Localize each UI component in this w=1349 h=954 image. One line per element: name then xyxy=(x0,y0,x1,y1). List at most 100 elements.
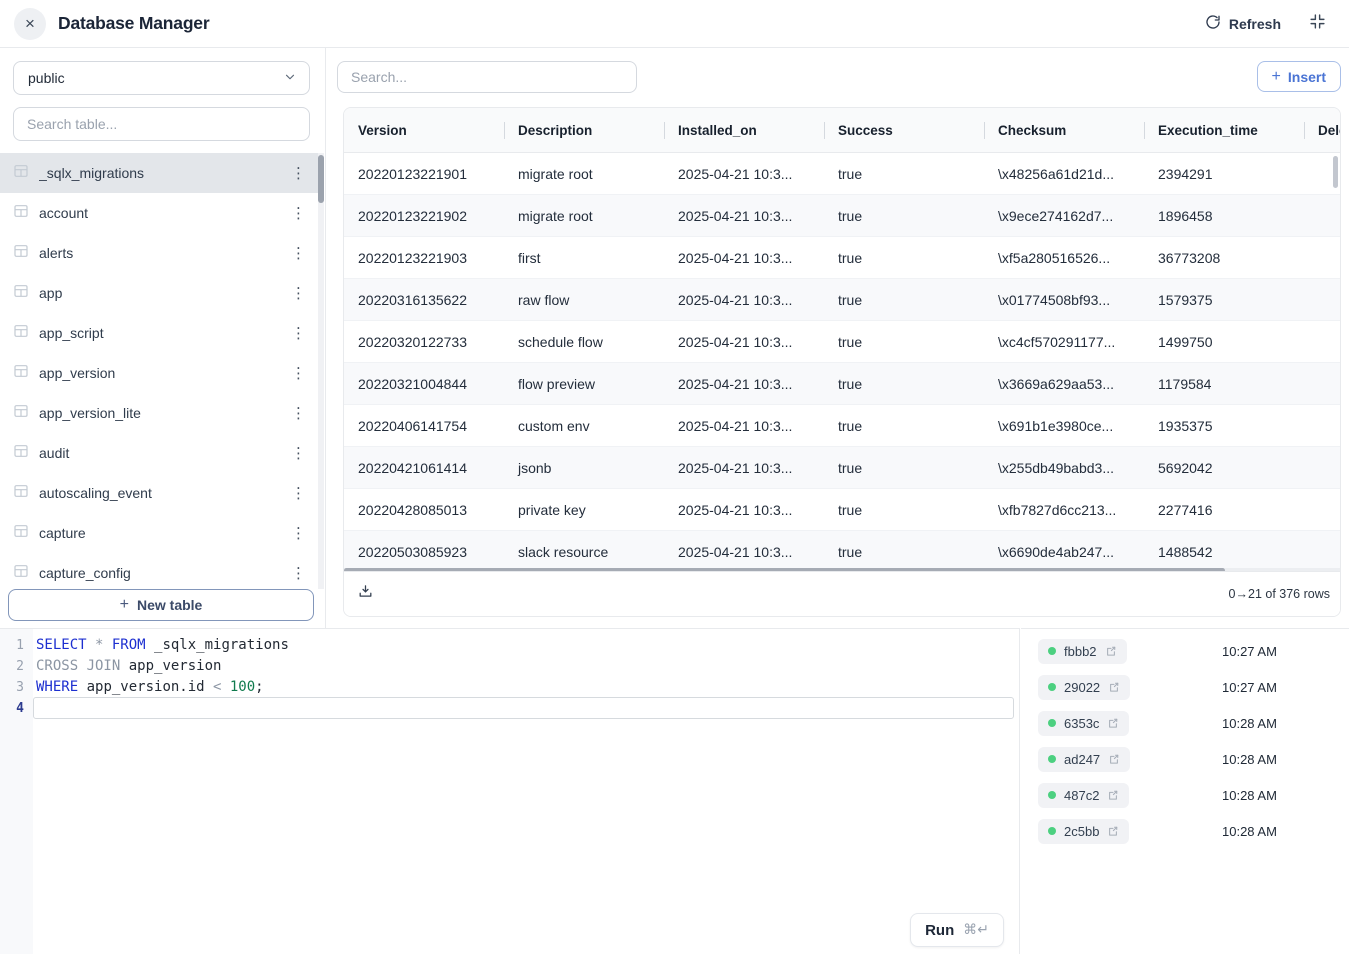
query-id-pill[interactable]: 29022 xyxy=(1038,675,1130,700)
cell-value[interactable]: migrate root xyxy=(504,153,664,194)
table-row[interactable]: 20220316135622raw flow2025-04-21 10:3...… xyxy=(344,279,1340,321)
table-row[interactable]: 20220321004844flow preview2025-04-21 10:… xyxy=(344,363,1340,405)
table-row[interactable]: 20220406141754custom env2025-04-21 10:3.… xyxy=(344,405,1340,447)
sidebar-item-app[interactable]: app⋮ xyxy=(0,273,318,313)
cell-value[interactable]: 2025-04-21 10:3... xyxy=(664,237,824,278)
cell-value[interactable]: \x691b1e3980ce... xyxy=(984,405,1144,446)
sidebar-item-capture[interactable]: capture⋮ xyxy=(0,513,318,553)
cell-value[interactable]: true xyxy=(824,195,984,236)
close-button[interactable]: × xyxy=(14,8,46,40)
query-id-pill[interactable]: 2c5bb xyxy=(1038,819,1129,844)
cell-value[interactable]: \x6690de4ab247... xyxy=(984,531,1144,572)
sidebar-item-alerts[interactable]: alerts⋮ xyxy=(0,233,318,273)
cell-value[interactable]: slack resource xyxy=(504,531,664,572)
column-header-Checksum[interactable]: Checksum xyxy=(984,108,1144,152)
cell-value[interactable]: schedule flow xyxy=(504,321,664,362)
cell-value[interactable]: flow preview xyxy=(504,363,664,404)
kebab-menu-icon[interactable]: ⋮ xyxy=(283,162,314,184)
external-link-icon[interactable] xyxy=(1107,789,1119,801)
cell-value[interactable]: migrate root xyxy=(504,195,664,236)
kebab-menu-icon[interactable]: ⋮ xyxy=(283,442,314,464)
table-row[interactable]: 20220421061414jsonb2025-04-21 10:3...tru… xyxy=(344,447,1340,489)
cell-value[interactable]: true xyxy=(824,237,984,278)
code-line[interactable]: SELECT * FROM _sqlx_migrations xyxy=(36,635,289,656)
sidebar-item-_sqlx_migrations[interactable]: _sqlx_migrations⋮ xyxy=(0,153,318,193)
cell-value[interactable]: 20220123221903 xyxy=(344,237,504,278)
cell-value[interactable]: true xyxy=(824,153,984,194)
cell-value[interactable]: 20220428085013 xyxy=(344,489,504,530)
kebab-menu-icon[interactable]: ⋮ xyxy=(283,282,314,304)
cell-value[interactable]: \xf5a280516526... xyxy=(984,237,1144,278)
cell-value[interactable]: 1935375 xyxy=(1144,405,1304,446)
table-row[interactable]: 20220320122733schedule flow2025-04-21 10… xyxy=(344,321,1340,363)
cell-value[interactable]: private key xyxy=(504,489,664,530)
table-search-input[interactable] xyxy=(13,107,310,141)
cell-value[interactable]: true xyxy=(824,489,984,530)
cell-value[interactable]: 20220316135622 xyxy=(344,279,504,320)
kebab-menu-icon[interactable]: ⋮ xyxy=(283,402,314,424)
grid-search-input[interactable] xyxy=(337,61,637,93)
sidebar-item-app_script[interactable]: app_script⋮ xyxy=(0,313,318,353)
external-link-icon[interactable] xyxy=(1105,645,1117,657)
cell-value[interactable]: true xyxy=(824,321,984,362)
external-link-icon[interactable] xyxy=(1107,717,1119,729)
cell-value[interactable]: \x48256a61d21d... xyxy=(984,153,1144,194)
table-row[interactable]: 20220503085923slack resource2025-04-21 1… xyxy=(344,531,1340,573)
cell-value[interactable]: \xc4cf570291177... xyxy=(984,321,1144,362)
cell-value[interactable]: 20220123221901 xyxy=(344,153,504,194)
kebab-menu-icon[interactable]: ⋮ xyxy=(283,202,314,224)
cell-value[interactable]: 2025-04-21 10:3... xyxy=(664,489,824,530)
sidebar-item-capture_config[interactable]: capture_config⋮ xyxy=(0,553,318,589)
query-id-pill[interactable]: fbbb2 xyxy=(1038,639,1127,664)
kebab-menu-icon[interactable]: ⋮ xyxy=(283,242,314,264)
sidebar-item-app_version[interactable]: app_version⋮ xyxy=(0,353,318,393)
cell-value[interactable]: \x255db49babd3... xyxy=(984,447,1144,488)
column-header-Description[interactable]: Description xyxy=(504,108,664,152)
cell-value[interactable]: \xfb7827d6cc213... xyxy=(984,489,1144,530)
cell-value[interactable]: 36773208 xyxy=(1144,237,1304,278)
cell-value[interactable]: 20220123221902 xyxy=(344,195,504,236)
cell-value[interactable]: \x01774508bf93... xyxy=(984,279,1144,320)
kebab-menu-icon[interactable]: ⋮ xyxy=(283,522,314,544)
new-table-button[interactable]: + New table xyxy=(8,589,314,621)
cell-value[interactable]: 20220321004844 xyxy=(344,363,504,404)
cell-value[interactable]: 1179584 xyxy=(1144,363,1304,404)
cell-value[interactable]: 2025-04-21 10:3... xyxy=(664,153,824,194)
kebab-menu-icon[interactable]: ⋮ xyxy=(283,482,314,504)
cell-value[interactable]: 1488542 xyxy=(1144,531,1304,572)
exit-fullscreen-button[interactable] xyxy=(1309,13,1326,35)
cell-value[interactable]: 20220320122733 xyxy=(344,321,504,362)
sidebar-item-account[interactable]: account⋮ xyxy=(0,193,318,233)
sql-editor[interactable]: 1SELECT * FROM _sqlx_migrations2CROSS JO… xyxy=(0,628,1020,954)
sidebar-item-app_version_lite[interactable]: app_version_lite⋮ xyxy=(0,393,318,433)
external-link-icon[interactable] xyxy=(1107,825,1119,837)
table-row[interactable]: 20220123221903first2025-04-21 10:3...tru… xyxy=(344,237,1340,279)
cell-value[interactable]: 2025-04-21 10:3... xyxy=(664,447,824,488)
external-link-icon[interactable] xyxy=(1108,753,1120,765)
sidebar-item-autoscaling_event[interactable]: autoscaling_event⋮ xyxy=(0,473,318,513)
cell-value[interactable]: first xyxy=(504,237,664,278)
cell-value[interactable]: true xyxy=(824,531,984,572)
kebab-menu-icon[interactable]: ⋮ xyxy=(283,562,314,584)
cell-value[interactable]: 5692042 xyxy=(1144,447,1304,488)
schema-select[interactable]: public xyxy=(13,61,310,95)
code-line[interactable]: CROSS JOIN app_version xyxy=(36,656,221,677)
cell-value[interactable]: 2025-04-21 10:3... xyxy=(664,531,824,572)
cell-value[interactable]: 2025-04-21 10:3... xyxy=(664,195,824,236)
query-id-pill[interactable]: 6353c xyxy=(1038,711,1129,736)
sidebar-item-audit[interactable]: audit⋮ xyxy=(0,433,318,473)
cell-value[interactable]: 1499750 xyxy=(1144,321,1304,362)
column-header-Installed_on[interactable]: Installed_on xyxy=(664,108,824,152)
cell-value[interactable]: 2277416 xyxy=(1144,489,1304,530)
cell-value[interactable]: 2025-04-21 10:3... xyxy=(664,279,824,320)
cell-value[interactable]: \x3669a629aa53... xyxy=(984,363,1144,404)
column-header-Execution_time[interactable]: Execution_time xyxy=(1144,108,1304,152)
download-button[interactable] xyxy=(357,583,374,605)
sidebar-scrollbar-thumb[interactable] xyxy=(318,155,324,203)
table-row[interactable]: 20220428085013private key2025-04-21 10:3… xyxy=(344,489,1340,531)
cell-value[interactable]: 2025-04-21 10:3... xyxy=(664,363,824,404)
cell-value[interactable]: true xyxy=(824,447,984,488)
external-link-icon[interactable] xyxy=(1108,681,1120,693)
insert-button[interactable]: + Insert xyxy=(1257,61,1341,92)
cell-value[interactable]: \x9ece274162d7... xyxy=(984,195,1144,236)
